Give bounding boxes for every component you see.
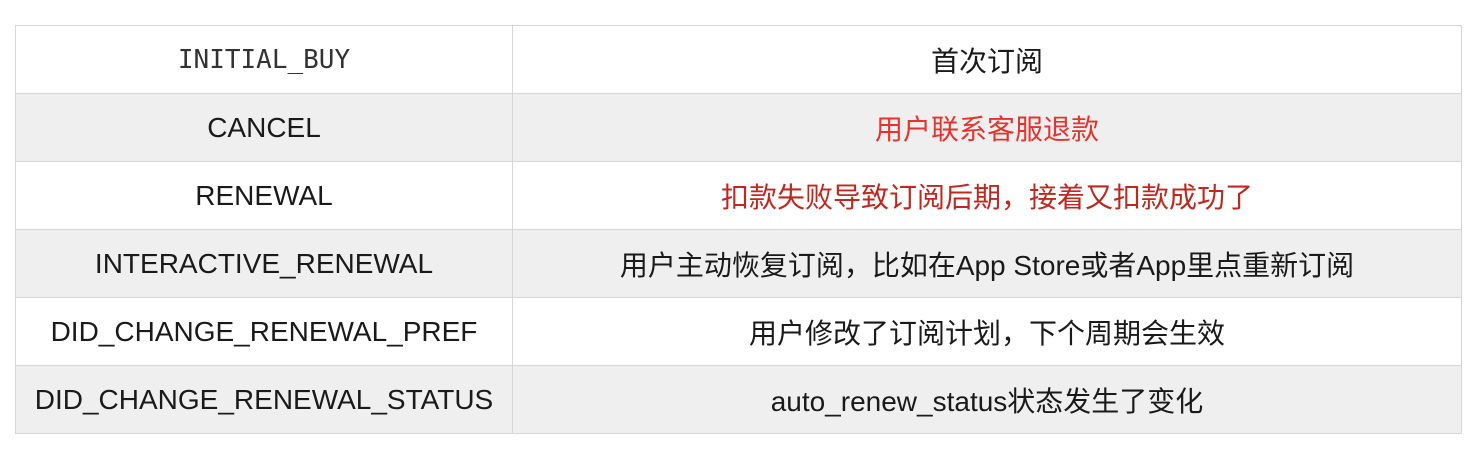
notification-type-cell: CANCEL <box>15 93 513 162</box>
description-cell: 首次订阅 <box>512 25 1462 94</box>
description-cell: 扣款失败导致订阅后期，接着又扣款成功了 <box>512 161 1462 230</box>
table-row: RENEWAL 扣款失败导致订阅后期，接着又扣款成功了 <box>15 161 1462 230</box>
notification-type-cell: DID_CHANGE_RENEWAL_PREF <box>15 297 513 366</box>
notification-type-cell: INTERACTIVE_RENEWAL <box>15 229 513 298</box>
description-cell: 用户联系客服退款 <box>512 93 1462 162</box>
notification-type-cell: INITIAL_BUY <box>15 25 513 94</box>
notification-type-table: INITIAL_BUY 首次订阅 CANCEL 用户联系客服退款 RENEWAL… <box>15 25 1462 434</box>
description-cell: 用户主动恢复订阅，比如在App Store或者App里点重新订阅 <box>512 229 1462 298</box>
notification-type-cell: RENEWAL <box>15 161 513 230</box>
description-cell: auto_renew_status状态发生了变化 <box>512 365 1462 434</box>
table-row: INITIAL_BUY 首次订阅 <box>15 25 1462 94</box>
notification-type-cell: DID_CHANGE_RENEWAL_STATUS <box>15 365 513 434</box>
table-row: DID_CHANGE_RENEWAL_PREF 用户修改了订阅计划，下个周期会生… <box>15 297 1462 366</box>
table-row: INTERACTIVE_RENEWAL 用户主动恢复订阅，比如在App Stor… <box>15 229 1462 298</box>
description-cell: 用户修改了订阅计划，下个周期会生效 <box>512 297 1462 366</box>
table-row: DID_CHANGE_RENEWAL_STATUS auto_renew_sta… <box>15 365 1462 434</box>
table-row: CANCEL 用户联系客服退款 <box>15 93 1462 162</box>
notification-type-table-container: INITIAL_BUY 首次订阅 CANCEL 用户联系客服退款 RENEWAL… <box>15 25 1462 434</box>
